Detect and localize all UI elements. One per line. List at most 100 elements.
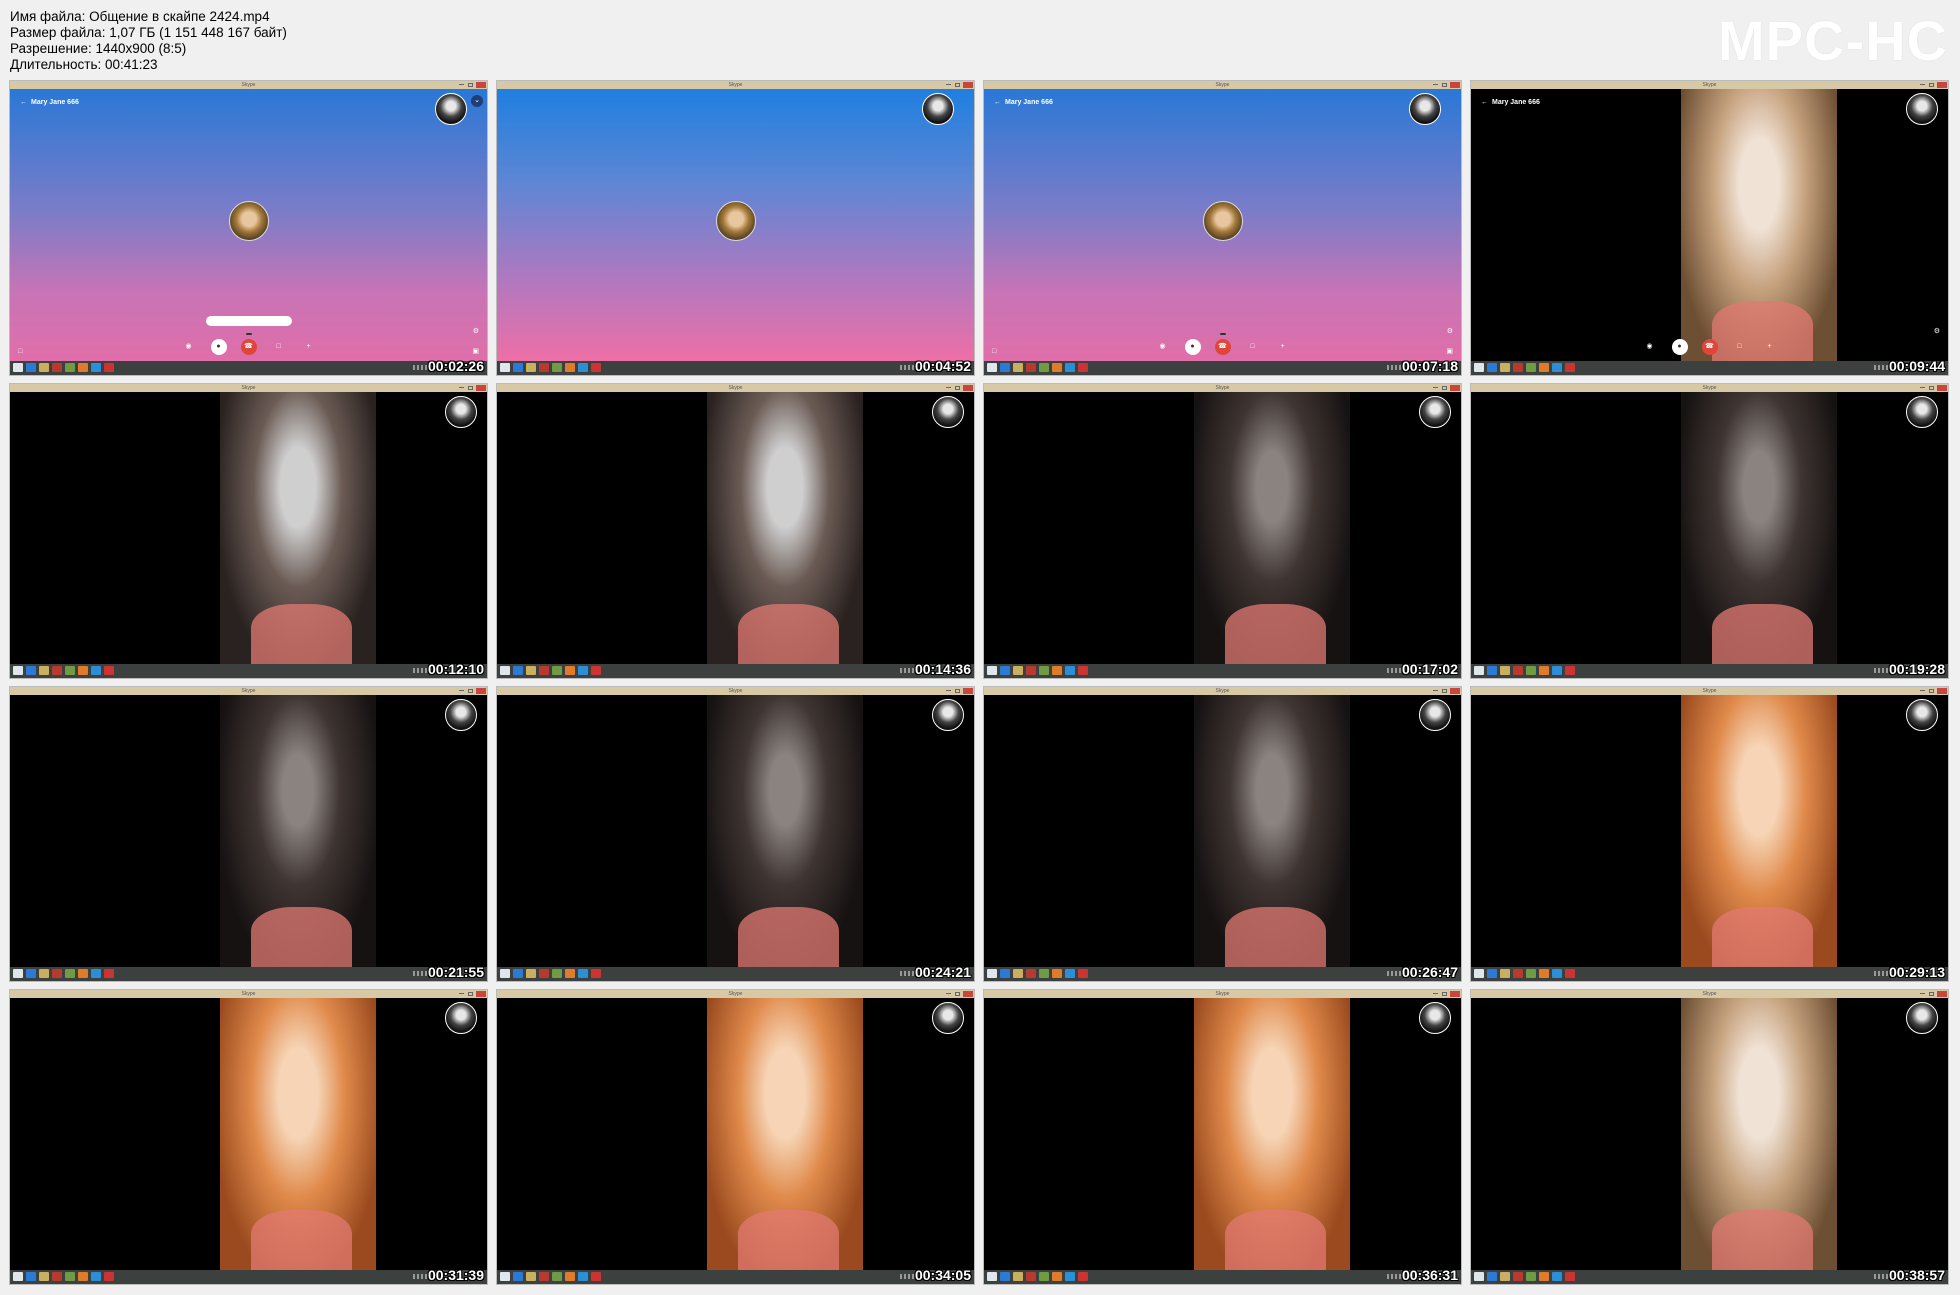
taskbar-app-icon[interactable] bbox=[78, 666, 88, 675]
taskbar-app-icon[interactable] bbox=[1565, 1272, 1575, 1281]
taskbar-app-icon[interactable] bbox=[1552, 363, 1562, 372]
taskbar-app-icon[interactable] bbox=[1026, 969, 1036, 978]
taskbar-app-icon[interactable] bbox=[26, 969, 36, 978]
maximize-icon[interactable] bbox=[955, 386, 960, 390]
taskbar-app-icon[interactable] bbox=[565, 666, 575, 675]
taskbar-app-icon[interactable] bbox=[1052, 363, 1062, 372]
maximize-icon[interactable] bbox=[1442, 83, 1447, 87]
end-call-button[interactable]: ☎ bbox=[1214, 339, 1231, 355]
mic-button[interactable]: ● bbox=[1671, 339, 1688, 355]
taskbar-app-icon[interactable] bbox=[1565, 666, 1575, 675]
taskbar-app-icon[interactable] bbox=[500, 1272, 510, 1281]
minimize-icon[interactable] bbox=[946, 993, 951, 994]
taskbar-app-icon[interactable] bbox=[1474, 969, 1484, 978]
taskbar-app-icon[interactable] bbox=[1013, 969, 1023, 978]
back-arrow-icon[interactable]: ← bbox=[1481, 99, 1488, 106]
taskbar-app-icon[interactable] bbox=[1013, 1272, 1023, 1281]
taskbar-app-icon[interactable] bbox=[539, 969, 549, 978]
message-pill[interactable] bbox=[205, 316, 292, 326]
taskbar-app-icon[interactable] bbox=[13, 1272, 23, 1281]
add-icon[interactable]: + bbox=[1762, 339, 1778, 355]
chat-icon[interactable]: □ bbox=[18, 348, 22, 355]
taskbar-app-icon[interactable] bbox=[1065, 969, 1075, 978]
taskbar-app-icon[interactable] bbox=[1000, 969, 1010, 978]
close-icon[interactable] bbox=[1450, 991, 1460, 997]
taskbar-app-icon[interactable] bbox=[39, 1272, 49, 1281]
minimize-icon[interactable] bbox=[1433, 690, 1438, 691]
taskbar-app-icon[interactable] bbox=[104, 666, 114, 675]
maximize-icon[interactable] bbox=[468, 689, 473, 693]
close-icon[interactable] bbox=[1450, 82, 1460, 88]
minimize-icon[interactable] bbox=[459, 387, 464, 388]
taskbar-app-icon[interactable] bbox=[1500, 1272, 1510, 1281]
minimize-icon[interactable] bbox=[946, 84, 951, 85]
minimize-icon[interactable] bbox=[1433, 993, 1438, 994]
maximize-icon[interactable] bbox=[1929, 83, 1934, 87]
taskbar-app-icon[interactable] bbox=[1539, 363, 1549, 372]
taskbar-app-icon[interactable] bbox=[539, 1272, 549, 1281]
taskbar-app-icon[interactable] bbox=[52, 969, 62, 978]
taskbar-app-icon[interactable] bbox=[91, 1272, 101, 1281]
maximize-icon[interactable] bbox=[955, 992, 960, 996]
close-icon[interactable] bbox=[1937, 688, 1947, 694]
taskbar-app-icon[interactable] bbox=[1500, 969, 1510, 978]
taskbar-app-icon[interactable] bbox=[78, 363, 88, 372]
taskbar-app-icon[interactable] bbox=[1474, 1272, 1484, 1281]
minimize-icon[interactable] bbox=[1920, 387, 1925, 388]
minimize-icon[interactable] bbox=[1433, 387, 1438, 388]
taskbar-app-icon[interactable] bbox=[1065, 666, 1075, 675]
taskbar-app-icon[interactable] bbox=[987, 666, 997, 675]
taskbar-app-icon[interactable] bbox=[565, 969, 575, 978]
taskbar-app-icon[interactable] bbox=[1552, 969, 1562, 978]
taskbar-app-icon[interactable] bbox=[1026, 1272, 1036, 1281]
taskbar-app-icon[interactable] bbox=[591, 1272, 601, 1281]
taskbar-app-icon[interactable] bbox=[1513, 969, 1523, 978]
back-arrow-icon[interactable]: ← bbox=[994, 99, 1001, 106]
taskbar-app-icon[interactable] bbox=[26, 363, 36, 372]
taskbar-app-icon[interactable] bbox=[1539, 1272, 1549, 1281]
maximize-icon[interactable] bbox=[1442, 689, 1447, 693]
taskbar-app-icon[interactable] bbox=[1052, 666, 1062, 675]
taskbar-app-icon[interactable] bbox=[526, 363, 536, 372]
taskbar-app-icon[interactable] bbox=[104, 363, 114, 372]
taskbar-app-icon[interactable] bbox=[91, 666, 101, 675]
taskbar-app-icon[interactable] bbox=[1487, 666, 1497, 675]
minimize-icon[interactable] bbox=[946, 690, 951, 691]
minimize-icon[interactable] bbox=[459, 84, 464, 85]
taskbar-app-icon[interactable] bbox=[552, 1272, 562, 1281]
taskbar-app-icon[interactable] bbox=[26, 666, 36, 675]
taskbar-app-icon[interactable] bbox=[1526, 666, 1536, 675]
maximize-icon[interactable] bbox=[1442, 386, 1447, 390]
taskbar-app-icon[interactable] bbox=[78, 1272, 88, 1281]
taskbar-app-icon[interactable] bbox=[591, 666, 601, 675]
taskbar-app-icon[interactable] bbox=[500, 969, 510, 978]
maximize-icon[interactable] bbox=[1442, 992, 1447, 996]
taskbar-app-icon[interactable] bbox=[987, 1272, 997, 1281]
taskbar-app-icon[interactable] bbox=[1526, 1272, 1536, 1281]
taskbar-app-icon[interactable] bbox=[578, 969, 588, 978]
screen-share-icon[interactable]: □ bbox=[271, 339, 287, 355]
taskbar-app-icon[interactable] bbox=[987, 363, 997, 372]
taskbar-app-icon[interactable] bbox=[513, 969, 523, 978]
close-icon[interactable] bbox=[963, 82, 973, 88]
taskbar-app-icon[interactable] bbox=[591, 969, 601, 978]
close-icon[interactable] bbox=[963, 688, 973, 694]
add-icon[interactable]: + bbox=[301, 339, 317, 355]
taskbar-app-icon[interactable] bbox=[500, 363, 510, 372]
taskbar-app-icon[interactable] bbox=[578, 363, 588, 372]
taskbar-app-icon[interactable] bbox=[1539, 969, 1549, 978]
taskbar-app-icon[interactable] bbox=[1513, 363, 1523, 372]
taskbar-app-icon[interactable] bbox=[65, 363, 75, 372]
taskbar-app-icon[interactable] bbox=[591, 363, 601, 372]
close-icon[interactable] bbox=[476, 385, 486, 391]
taskbar-app-icon[interactable] bbox=[578, 666, 588, 675]
taskbar-app-icon[interactable] bbox=[104, 969, 114, 978]
taskbar-app-icon[interactable] bbox=[1039, 1272, 1049, 1281]
taskbar-app-icon[interactable] bbox=[1039, 363, 1049, 372]
taskbar-app-icon[interactable] bbox=[526, 1272, 536, 1281]
taskbar-app-icon[interactable] bbox=[78, 969, 88, 978]
end-call-button[interactable]: ☎ bbox=[1701, 339, 1718, 355]
taskbar-app-icon[interactable] bbox=[1500, 363, 1510, 372]
taskbar-app-icon[interactable] bbox=[526, 969, 536, 978]
fullscreen-icon[interactable]: ▣ bbox=[472, 347, 479, 355]
